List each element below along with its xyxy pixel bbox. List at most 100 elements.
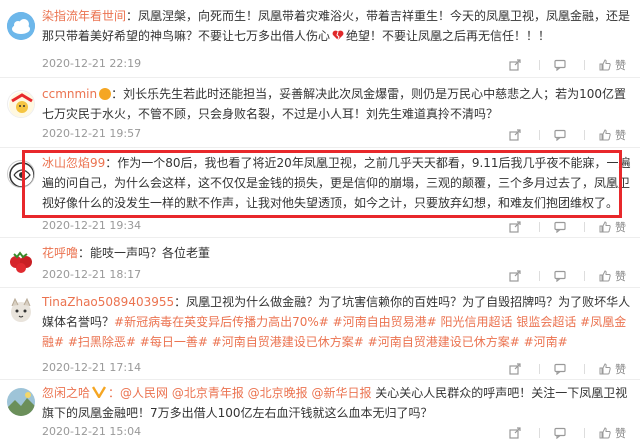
comment-actions: 赞 — [495, 127, 626, 143]
avatar[interactable] — [7, 388, 35, 416]
broken-heart-icon — [332, 30, 344, 41]
cat-avatar-icon — [11, 297, 31, 322]
divider — [584, 428, 585, 438]
comment-tags[interactable]: #新冠病毒在英变异后传播力高出70%# #河南自由贸易港# 阳光信用超话 银监会… — [42, 315, 626, 349]
comment-body: 染指流年看世间：凤凰涅槃，向死而生！凤凰带着灾难浴火，带着吉祥重生！今天的凤凰卫… — [42, 6, 632, 46]
comment-icon — [554, 59, 566, 71]
share-button[interactable] — [509, 129, 525, 141]
like-button[interactable]: 赞 — [599, 361, 626, 377]
comment-meta: 2020-12-21 19:34 赞 — [42, 219, 632, 235]
divider — [584, 271, 585, 281]
comment-item: ccmnmin ：刘长乐先生若此时还能担当，妥善解决此次凤金爆雷，则仍是万民心中慈… — [0, 78, 640, 148]
reply-button[interactable] — [554, 270, 570, 282]
reply-button[interactable] — [554, 59, 570, 71]
divider — [584, 60, 585, 70]
like-button[interactable]: 赞 — [599, 127, 626, 143]
divider — [539, 428, 540, 438]
comment-meta: 2020-12-21 18:17 赞 — [42, 268, 632, 284]
reply-button[interactable] — [554, 427, 570, 439]
share-button[interactable] — [509, 427, 525, 439]
thumbs-up-icon — [599, 427, 611, 439]
comment-meta: 2020-12-21 17:14 赞 — [42, 361, 632, 377]
share-icon — [509, 270, 521, 282]
thumbs-up-icon — [599, 363, 611, 375]
comment-actions: 赞 — [495, 219, 626, 235]
share-button[interactable] — [509, 221, 525, 233]
reply-button[interactable] — [554, 363, 570, 375]
avatar[interactable] — [7, 296, 35, 324]
share-icon — [509, 363, 521, 375]
divider — [539, 271, 540, 281]
highlight-box — [22, 150, 622, 218]
comment-username[interactable]: 花呼噜 — [42, 246, 78, 260]
thumbs-up-icon — [599, 221, 611, 233]
share-button[interactable] — [509, 363, 525, 375]
comment-time: 2020-12-21 19:34 — [42, 219, 142, 232]
comment-actions: 赞 — [495, 425, 626, 441]
like-label: 赞 — [615, 270, 626, 283]
divider — [584, 364, 585, 374]
share-icon — [509, 129, 521, 141]
avatar[interactable] — [7, 90, 35, 118]
reply-button[interactable] — [554, 129, 570, 141]
like-label: 赞 — [615, 221, 626, 234]
thumbs-up-icon — [599, 129, 611, 141]
divider — [584, 222, 585, 232]
comment-body: 花呼噜：能吱一声吗？各位老董 — [42, 243, 632, 263]
comment-time: 2020-12-21 15:04 — [42, 425, 142, 438]
share-icon — [509, 427, 521, 439]
comment-body: 忽闲之哈 ：@人民网 @北京青年报 @北京晚报 @新华日报 关心关心人民群众的呼声… — [42, 383, 632, 423]
comment-username[interactable]: ccmnmin — [42, 87, 97, 101]
comment-icon — [554, 363, 566, 375]
comment-icon — [554, 427, 566, 439]
comment-time: 2020-12-21 17:14 — [42, 361, 142, 374]
cloud-avatar-icon — [7, 12, 35, 40]
cartoon-avatar-icon — [9, 92, 34, 117]
comment-body: TinaZhao5089403955：凤凰卫视为什么做金融？为了坑害信赖你的百姓… — [42, 292, 632, 352]
avatar[interactable] — [7, 12, 35, 40]
comment-item: 忽闲之哈 ：@人民网 @北京青年报 @北京晚报 @新华日报 关心关心人民群众的呼声… — [0, 380, 640, 446]
share-button[interactable] — [509, 270, 525, 282]
comment-text-tail: 绝望！不要让凤凰之后再无信任！！！ — [346, 29, 551, 43]
reply-button[interactable] — [554, 221, 570, 233]
thumbs-up-icon — [599, 59, 611, 71]
v-badge-icon — [91, 386, 107, 400]
comment-item: 染指流年看世间：凤凰涅槃，向死而生！凤凰带着灾难浴火，带着吉祥重生！今天的凤凰卫… — [0, 0, 640, 78]
comment-time: 2020-12-21 19:57 — [42, 127, 142, 140]
thumbs-up-icon — [599, 270, 611, 282]
comment-username[interactable]: TinaZhao5089403955 — [42, 295, 174, 309]
avatar[interactable] — [7, 246, 35, 274]
like-label: 赞 — [615, 59, 626, 72]
comment-username[interactable]: 忽闲之哈 — [42, 386, 90, 400]
comment-mentions[interactable]: ：@人民网 @北京青年报 @北京晚报 @新华日报 — [108, 386, 371, 400]
divider — [539, 222, 540, 232]
like-label: 赞 — [615, 129, 626, 142]
like-button[interactable]: 赞 — [599, 425, 626, 441]
member-badge-icon — [99, 88, 112, 100]
comment-actions: 赞 — [495, 361, 626, 377]
like-label: 赞 — [615, 427, 626, 440]
comment-item: 花呼噜：能吱一声吗？各位老董 2020-12-21 18:17 赞 — [0, 238, 640, 288]
like-button[interactable]: 赞 — [599, 219, 626, 235]
comment-actions: 赞 — [495, 268, 626, 284]
comment-item: TinaZhao5089403955：凤凰卫视为什么做金融？为了坑害信赖你的百姓… — [0, 288, 640, 380]
comment-time: 2020-12-21 22:19 — [42, 57, 142, 70]
share-icon — [509, 221, 521, 233]
comment-meta: 2020-12-21 19:57 赞 — [42, 127, 632, 143]
comment-icon — [554, 129, 566, 141]
share-icon — [509, 59, 521, 71]
landscape-avatar-icon — [7, 388, 35, 416]
comment-icon — [554, 221, 566, 233]
comment-body: ccmnmin ：刘长乐先生若此时还能担当，妥善解决此次凤金爆雷，则仍是万民心中慈… — [42, 84, 632, 124]
share-button[interactable] — [509, 59, 525, 71]
comment-text: ：能吱一声吗？各位老董 — [78, 246, 211, 260]
comment-icon — [554, 270, 566, 282]
like-button[interactable]: 赞 — [599, 57, 626, 73]
like-button[interactable]: 赞 — [599, 268, 626, 284]
comment-meta: 2020-12-21 22:19 赞 — [42, 57, 632, 73]
comment-username[interactable]: 染指流年看世间 — [42, 9, 126, 23]
divider — [584, 130, 585, 140]
divider — [539, 60, 540, 70]
strawberry-avatar-icon — [10, 251, 32, 273]
divider — [539, 364, 540, 374]
